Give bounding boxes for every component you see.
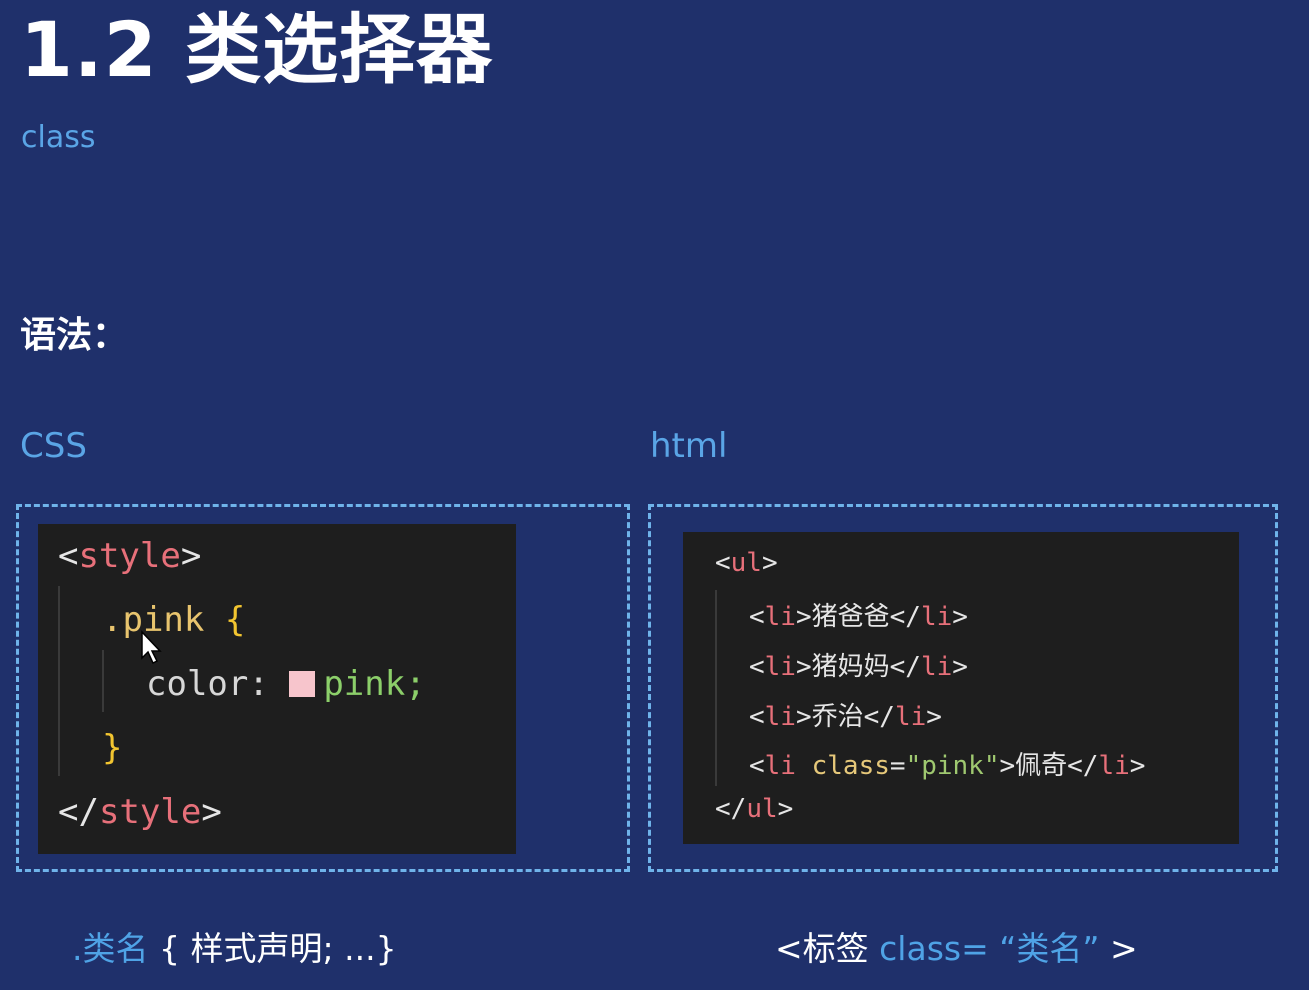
css-line-brace-close: } — [102, 728, 122, 768]
code-bracket: </ — [58, 792, 99, 832]
code-brace: { — [224, 600, 246, 640]
code-tag: li — [920, 652, 953, 682]
html-code-block: <ul> <li>猪爸爸</li> <li>猪妈妈</li> <li>乔治</l… — [683, 532, 1239, 844]
html-summary-open: <标签 — [775, 929, 869, 968]
indent-guide — [58, 586, 60, 776]
html-label: html — [650, 426, 728, 466]
slide-subtitle: class — [21, 120, 96, 155]
code-tag: style — [78, 536, 181, 576]
indent-guide — [715, 590, 717, 786]
code-bracket: > — [180, 536, 202, 576]
mouse-cursor-icon — [141, 630, 162, 665]
code-tag: li — [920, 602, 953, 632]
code-tag: li — [764, 751, 796, 781]
indent-guide — [102, 650, 104, 712]
html-line-ul-close: </ul> — [715, 794, 794, 824]
html-line-ul-open: <ul> — [715, 548, 778, 578]
css-syntax-summary: .类名 { 样式声明; ...} — [72, 922, 397, 970]
li-text: 乔治 — [811, 702, 864, 732]
html-summary-class: class= — [879, 929, 989, 968]
code-brace: } — [102, 728, 123, 768]
li-text: 佩奇 — [1015, 751, 1068, 781]
li-text: 猪爸爸 — [811, 602, 890, 632]
code-tag: li — [764, 652, 796, 682]
html-summary-value: “类名” — [999, 929, 1100, 968]
code-attribute: class — [811, 751, 890, 781]
code-value: pink; — [323, 664, 426, 704]
css-line-style-close: </style> — [58, 792, 222, 832]
html-line-li: <li>乔治</li> — [749, 702, 942, 732]
css-code-block: <style> .pink { color: pink; } </style> — [38, 524, 516, 854]
code-tag: style — [98, 792, 202, 832]
slide-title: 1.2 类选择器 — [20, 5, 494, 94]
html-summary-close: > — [1109, 929, 1138, 968]
code-tag: ul — [730, 548, 762, 578]
css-summary-rest: { 样式声明; ...} — [159, 929, 397, 968]
html-syntax-summary: <标签 class= “类名” > — [775, 922, 1138, 970]
code-property: color: — [146, 664, 269, 704]
code-bracket: < — [58, 536, 79, 576]
syntax-label: 语法： — [20, 315, 129, 356]
html-line-li: <li>猪爸爸</li> — [749, 602, 968, 632]
code-bracket: > — [201, 792, 222, 832]
html-line-li-class: <li class="pink">佩奇</li> — [749, 751, 1146, 781]
html-line-li: <li>猪妈妈</li> — [749, 652, 968, 682]
code-tag: li — [764, 702, 796, 732]
css-line-declaration: color: pink; — [146, 664, 426, 704]
css-line-selector: .pink { — [102, 600, 245, 640]
css-summary-selector: .类名 — [72, 929, 149, 968]
code-tag: li — [764, 602, 796, 632]
li-text: 猪妈妈 — [811, 652, 890, 682]
code-tag: li — [1098, 751, 1130, 781]
css-label: CSS — [20, 426, 87, 466]
css-line-style-open: <style> — [58, 536, 201, 576]
color-swatch — [289, 671, 316, 697]
code-string: "pink" — [905, 751, 1000, 781]
code-tag: ul — [746, 794, 778, 824]
code-tag: li — [894, 702, 927, 732]
